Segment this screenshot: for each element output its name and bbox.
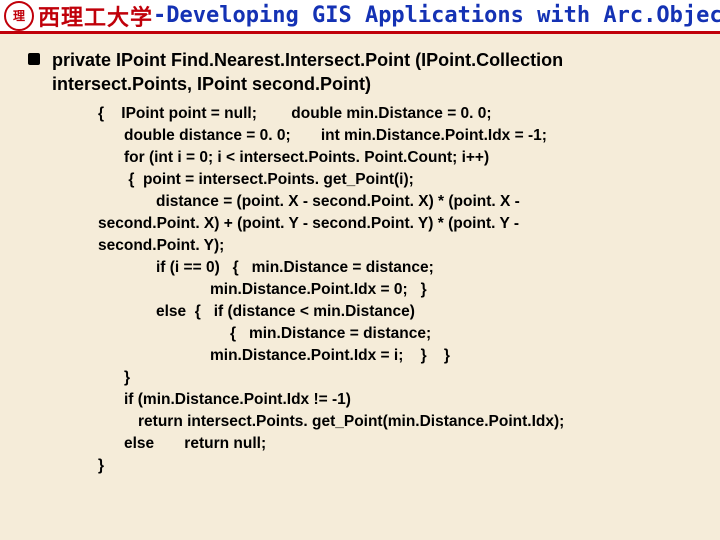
code-line: if (i == 0) { min.Distance = distance; <box>156 257 700 279</box>
code-line: return intersect.Points. get_Point(min.D… <box>138 411 700 433</box>
title-chinese: 西理工大学 <box>38 0 153 32</box>
code-line: min.Distance.Point.Idx = 0; } <box>210 279 700 301</box>
code-line: second.Point. X) + (point. Y - second.Po… <box>98 213 700 235</box>
slide-body: private IPoint Find.Nearest.Intersect.Po… <box>0 34 720 477</box>
code-line: { IPoint point = null; double min.Distan… <box>98 103 700 125</box>
code-line: { point = intersect.Points. get_Point(i)… <box>124 169 700 191</box>
title-english: Developing GIS Applications with Arc.Obj… <box>166 3 720 28</box>
code-line: } <box>98 455 700 477</box>
code-line: else return null; <box>124 433 700 455</box>
bullet-icon <box>28 53 40 65</box>
code-line: if (min.Distance.Point.Idx != -1) <box>124 389 700 411</box>
code-line: double distance = 0. 0; int min.Distance… <box>124 125 700 147</box>
code-line: distance = (point. X - second.Point. X) … <box>156 191 700 213</box>
code-line: } <box>124 367 700 389</box>
code-line: { min.Distance = distance; <box>230 323 700 345</box>
code-line: min.Distance.Point.Idx = i; } } <box>210 345 700 367</box>
code-line: second.Point. Y); <box>98 235 700 257</box>
university-logo: 理 <box>4 1 34 31</box>
title-dash: - <box>153 3 166 28</box>
slide-header: 理 西理工大学 - Developing GIS Applications wi… <box>0 0 720 34</box>
method-signature: private IPoint Find.Nearest.Intersect.Po… <box>52 48 700 97</box>
bullet-item: private IPoint Find.Nearest.Intersect.Po… <box>28 48 700 97</box>
code-block: { IPoint point = null; double min.Distan… <box>98 103 700 477</box>
code-line: else { if (distance < min.Distance) <box>156 301 700 323</box>
code-line: for (int i = 0; i < intersect.Points. Po… <box>124 147 700 169</box>
